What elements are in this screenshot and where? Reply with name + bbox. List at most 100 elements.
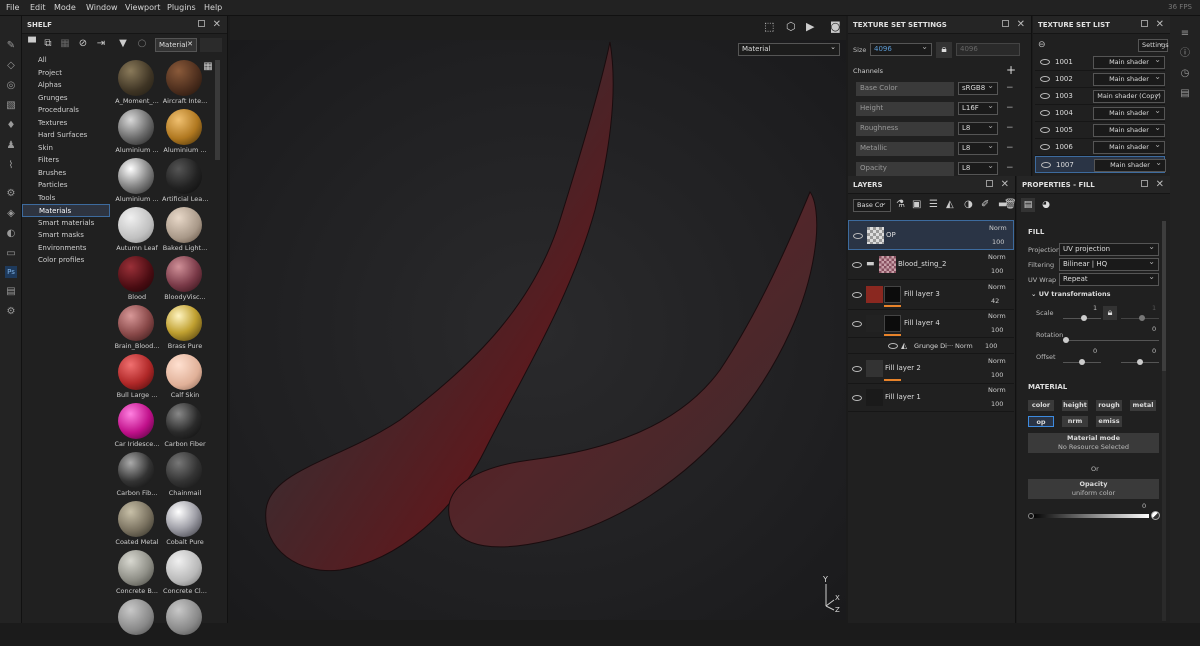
category-item[interactable]: Alphas xyxy=(22,79,110,92)
menu-help[interactable]: Help xyxy=(204,3,222,12)
category-item[interactable]: Environments xyxy=(22,242,110,255)
close-icon[interactable]: ✕ xyxy=(1156,19,1164,30)
fill-bucket-icon[interactable]: ◭ xyxy=(946,199,954,210)
offset-slider[interactable] xyxy=(1063,359,1101,365)
material-thumbnail[interactable]: Baked Light... xyxy=(162,205,208,254)
remove-channel-icon[interactable]: − xyxy=(1006,143,1014,153)
shader-select[interactable]: Main shader xyxy=(1093,140,1165,154)
eye-icon[interactable] xyxy=(1040,59,1050,65)
offset-knob[interactable] xyxy=(1079,359,1085,365)
remove-channel-icon[interactable]: − xyxy=(1006,163,1014,173)
channel-format-select[interactable]: sRGB8 xyxy=(958,81,998,95)
plugin-gear-icon[interactable]: ⚙ xyxy=(5,306,17,318)
smudge-icon[interactable]: ♦ xyxy=(5,120,17,132)
category-item[interactable]: All xyxy=(22,54,110,67)
uvwrap-select[interactable]: Repeat xyxy=(1059,272,1159,286)
menu-file[interactable]: File xyxy=(6,3,19,12)
category-item[interactable]: Project xyxy=(22,67,110,80)
material-thumbnail[interactable]: Concrete B... xyxy=(114,548,160,597)
category-item[interactable]: Color profiles xyxy=(22,254,110,267)
opacity-button[interactable]: Opacity uniform color xyxy=(1028,479,1159,499)
layer-row[interactable]: ◭ Grunge Di··· Norm 100 xyxy=(848,338,1014,354)
channel-toggle-op[interactable]: op xyxy=(1028,416,1054,427)
layer-opacity[interactable]: 100 xyxy=(985,342,997,350)
cube-icon[interactable]: ⬡ xyxy=(786,20,796,33)
texture-set-row[interactable]: 1004 Main shader xyxy=(1035,105,1165,122)
channel-toggle-nrm[interactable]: nrm xyxy=(1062,416,1088,427)
category-item[interactable]: Materials xyxy=(22,204,110,217)
scale-slider[interactable] xyxy=(1063,315,1101,321)
material-thumbnail[interactable]: Coated Metal xyxy=(114,499,160,548)
category-item[interactable]: Skin xyxy=(22,142,110,155)
texture-set-row[interactable]: 1006 Main shader xyxy=(1035,139,1165,156)
shader-select[interactable]: Main shader xyxy=(1094,158,1166,172)
material-thumbnail[interactable]: A_Moment_... xyxy=(114,58,160,107)
channel-toggle-color[interactable]: color xyxy=(1028,400,1054,411)
material-thumbnail[interactable]: Artificial Lea... xyxy=(162,156,208,205)
document-icon[interactable]: ▤ xyxy=(5,286,17,298)
eye-icon[interactable] xyxy=(1040,93,1050,99)
offset-slider-2[interactable] xyxy=(1121,359,1159,365)
material-tab-icon[interactable]: ◕ xyxy=(1039,198,1053,212)
category-item[interactable]: Particles xyxy=(22,179,110,192)
texture-set-row[interactable]: 1005 Main shader xyxy=(1035,122,1165,139)
rotation-knob[interactable] xyxy=(1063,337,1069,343)
material-thumbnail[interactable]: Chainmail xyxy=(162,450,208,499)
channel-format-select[interactable]: L16F xyxy=(958,101,998,115)
eye-icon[interactable] xyxy=(852,262,862,268)
category-item[interactable]: Hard Surfaces xyxy=(22,129,110,142)
filtering-select[interactable]: Bilinear | HQ xyxy=(1059,257,1159,271)
material-thumbnail[interactable] xyxy=(114,597,160,646)
eye-icon[interactable] xyxy=(853,233,863,239)
search-input[interactable] xyxy=(200,38,222,52)
remove-channel-icon[interactable]: − xyxy=(1006,123,1014,133)
eye-icon[interactable] xyxy=(1040,127,1050,133)
blend-mode[interactable]: Norm xyxy=(988,283,1006,291)
category-item[interactable]: Smart materials xyxy=(22,217,110,230)
shader-select[interactable]: Main shader xyxy=(1093,72,1165,86)
blend-mode[interactable]: Norm xyxy=(988,386,1006,394)
layer-row[interactable]: ✦Fill layer 3Norm42 xyxy=(848,280,1014,310)
layer-name[interactable]: Fill layer 2 xyxy=(885,364,921,372)
screenshot-icon[interactable]: ◙ xyxy=(830,20,841,33)
material-thumbnail[interactable]: Carbon Fib... xyxy=(114,450,160,499)
texture-set-row[interactable]: 1007 Main shader xyxy=(1035,156,1166,173)
layers-stack-icon[interactable]: ≡ xyxy=(1179,28,1191,40)
material-thumbnail[interactable]: Aircraft Inte... xyxy=(162,58,208,107)
clone-icon[interactable]: ♟ xyxy=(5,140,17,152)
eye-icon[interactable] xyxy=(1040,144,1050,150)
close-icon[interactable]: ✕ xyxy=(1001,179,1009,190)
material-thumbnail[interactable]: Blood xyxy=(114,254,160,303)
layer-opacity[interactable]: 100 xyxy=(991,267,1003,275)
eye-icon[interactable] xyxy=(1040,76,1050,82)
effect-icon[interactable]: ⚗ xyxy=(896,199,905,210)
material-thumbnail[interactable]: Concrete Cl... xyxy=(162,548,208,597)
props-scrollbar[interactable] xyxy=(1162,221,1166,621)
layer-opacity[interactable]: 100 xyxy=(991,326,1003,334)
channel-toggle-height[interactable]: height xyxy=(1062,400,1088,411)
video-camera-icon[interactable]: ▶ xyxy=(806,20,814,33)
eye-icon[interactable] xyxy=(1040,110,1050,116)
opacity-knob[interactable] xyxy=(1028,513,1034,519)
texture-set-row[interactable]: 1003 Main shader (Copy) xyxy=(1035,88,1165,105)
layer-opacity[interactable]: 100 xyxy=(992,238,1004,246)
close-icon[interactable]: ✕ xyxy=(1156,179,1164,190)
new-folder-icon[interactable]: ⧉ xyxy=(42,38,54,50)
dock-icon[interactable] xyxy=(1141,180,1148,187)
category-item[interactable]: Filters xyxy=(22,154,110,167)
eye-icon[interactable] xyxy=(888,343,898,349)
category-item[interactable]: Smart masks xyxy=(22,229,110,242)
channel-format-select[interactable]: L8 xyxy=(958,161,998,175)
material-thumbnail[interactable]: Bull Large ... xyxy=(114,352,160,401)
material-thumbnail[interactable] xyxy=(162,597,208,646)
shader-select[interactable]: Main shader xyxy=(1093,123,1165,137)
layer-opacity[interactable]: 100 xyxy=(991,371,1003,379)
paint-layer-icon[interactable]: ✐ xyxy=(981,199,989,210)
dock-icon[interactable] xyxy=(1002,20,1009,27)
blend-mode[interactable]: Norm xyxy=(988,357,1006,365)
history-icon[interactable]: ◷ xyxy=(1179,68,1191,80)
layer-name[interactable]: Fill layer 4 xyxy=(904,319,940,327)
display-icon[interactable]: ◐ xyxy=(5,228,17,240)
layer-name[interactable]: Fill layer 3 xyxy=(904,290,940,298)
settings-select[interactable]: Settings xyxy=(1138,38,1169,52)
